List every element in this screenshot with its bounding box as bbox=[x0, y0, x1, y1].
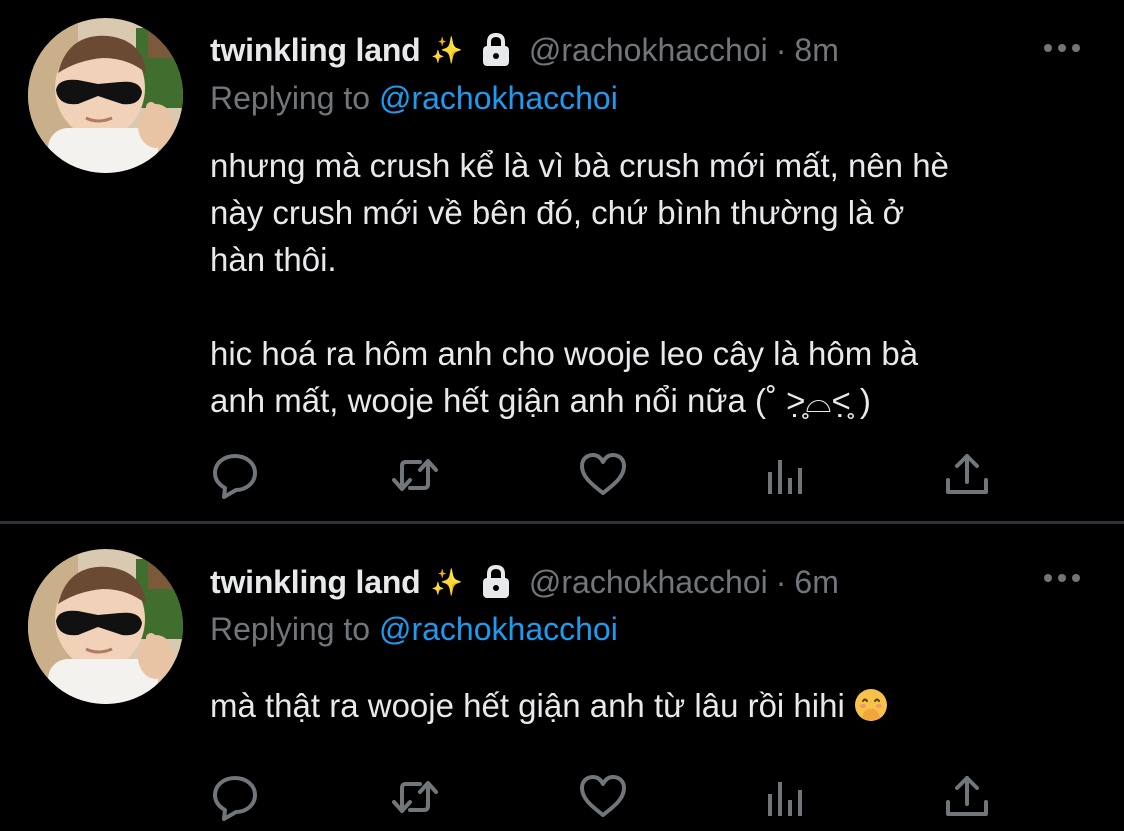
tweet-header: twinkling land ✨ @rachokhacchoi · 8m bbox=[210, 28, 839, 72]
analytics-icon[interactable] bbox=[762, 772, 812, 822]
tweet-header: twinkling land ✨ @rachokhacchoi · 6m bbox=[210, 560, 839, 604]
more-icon[interactable] bbox=[1040, 568, 1084, 588]
mention-link[interactable]: @rachokhacchoi bbox=[379, 611, 618, 647]
tweet-text-content: mà thật ra wooje hết giận anh từ lâu rồi… bbox=[210, 687, 854, 724]
lock-icon bbox=[479, 32, 513, 68]
tweet-text: mà thật ra wooje hết giận anh từ lâu rồi… bbox=[210, 682, 1090, 729]
tweet[interactable]: twinkling land ✨ @rachokhacchoi · 6m Rep… bbox=[0, 524, 1124, 831]
heart-icon[interactable] bbox=[578, 450, 628, 500]
share-icon[interactable] bbox=[942, 450, 992, 500]
lock-icon bbox=[479, 564, 513, 600]
action-bar bbox=[210, 450, 1000, 500]
more-icon[interactable] bbox=[1040, 38, 1084, 58]
user-handle[interactable]: @rachokhacchoi bbox=[529, 564, 768, 601]
avatar[interactable] bbox=[28, 18, 183, 173]
display-name[interactable]: twinkling land bbox=[210, 564, 421, 601]
retweet-icon[interactable] bbox=[390, 450, 440, 500]
action-bar bbox=[210, 772, 1000, 822]
separator-dot: · bbox=[775, 31, 787, 68]
analytics-icon[interactable] bbox=[762, 450, 812, 500]
display-name[interactable]: twinkling land bbox=[210, 32, 421, 69]
timestamp[interactable]: 6m bbox=[794, 564, 838, 601]
separator-dot: · bbox=[775, 563, 787, 600]
sparkles-icon: ✨ bbox=[430, 34, 463, 65]
tweet[interactable]: twinkling land ✨ @rachokhacchoi · 8m Rep… bbox=[0, 0, 1124, 522]
avatar[interactable] bbox=[28, 549, 183, 704]
face-with-hand-over-mouth-emoji bbox=[854, 687, 888, 721]
avatar-image bbox=[28, 18, 183, 173]
avatar-image bbox=[28, 549, 183, 704]
user-handle[interactable]: @rachokhacchoi bbox=[529, 32, 768, 69]
replying-to-label: Replying to bbox=[210, 611, 379, 647]
sparkles-icon: ✨ bbox=[430, 566, 463, 597]
tweet-text: nhưng mà crush kể là vì bà crush mới mất… bbox=[210, 147, 949, 419]
timestamp[interactable]: 8m bbox=[794, 32, 838, 69]
reply-icon[interactable] bbox=[210, 772, 260, 822]
heart-icon[interactable] bbox=[578, 772, 628, 822]
replying-to: Replying to @rachokhacchoi bbox=[210, 80, 618, 117]
share-icon[interactable] bbox=[942, 772, 992, 822]
reply-icon[interactable] bbox=[210, 450, 260, 500]
retweet-icon[interactable] bbox=[390, 772, 440, 822]
replying-to-label: Replying to bbox=[210, 80, 379, 116]
mention-link[interactable]: @rachokhacchoi bbox=[379, 80, 618, 116]
replying-to: Replying to @rachokhacchoi bbox=[210, 611, 618, 648]
